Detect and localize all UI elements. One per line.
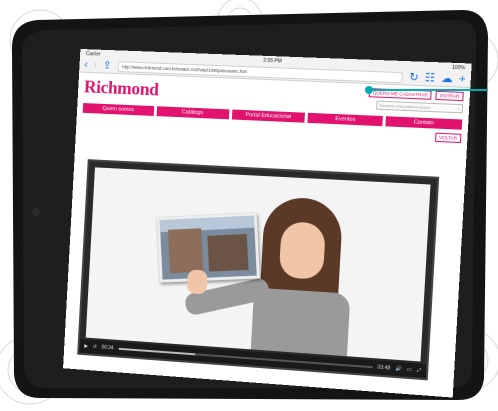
held-photo bbox=[156, 212, 260, 283]
search-placeholder: Escolha uma palavra-chave bbox=[379, 102, 431, 110]
current-time: 00:34 bbox=[101, 344, 114, 352]
video-player[interactable]: ▶ ↺ 00:34 03:48 🔊 ▭ ⤢ bbox=[77, 159, 440, 381]
replay-icon[interactable]: ↺ bbox=[93, 344, 97, 350]
back-button[interactable]: VOLTAR bbox=[434, 132, 462, 144]
share-icon[interactable]: ⇪ bbox=[102, 59, 111, 71]
login-button[interactable]: ENTRAR bbox=[435, 90, 464, 102]
total-time: 03:48 bbox=[377, 364, 391, 372]
plus-icon[interactable]: + bbox=[459, 73, 466, 86]
nav-item-contato[interactable]: Contato bbox=[385, 116, 463, 130]
book-icon[interactable]: ☷ bbox=[425, 71, 436, 84]
captions-icon[interactable]: ▭ bbox=[407, 367, 412, 373]
nav-item-portal[interactable]: Portal Educacional bbox=[231, 109, 306, 123]
nav-item-quem-somos[interactable]: Quem somos bbox=[82, 103, 155, 116]
carrier-label: Carrier bbox=[85, 50, 101, 58]
play-icon[interactable]: ▶ bbox=[84, 343, 88, 349]
fullscreen-icon[interactable]: ⤢ bbox=[417, 367, 421, 373]
callout-line bbox=[368, 89, 488, 91]
chevron-right-icon[interactable]: › bbox=[93, 59, 97, 71]
nav-item-catalogo[interactable]: Catálogo bbox=[156, 106, 230, 120]
tablet-screen: Carrier 2:05 PM 100% ‹ › ⇪ http://www.ri… bbox=[63, 48, 472, 398]
chevron-left-icon[interactable]: ‹ bbox=[84, 58, 88, 70]
search-icon[interactable]: ⌕ bbox=[457, 106, 460, 111]
camera-dot bbox=[32, 208, 40, 216]
clock: 2:05 PM bbox=[263, 57, 283, 64]
video-progress-fill bbox=[118, 347, 196, 356]
search-input[interactable]: Escolha uma palavra-chave ⌕ bbox=[376, 100, 464, 114]
nav-item-eventos[interactable]: Eventos bbox=[307, 112, 384, 127]
logo[interactable]: Richmond bbox=[84, 77, 160, 101]
video-person-face bbox=[278, 221, 326, 280]
video-person-hand bbox=[186, 269, 208, 295]
volume-icon[interactable]: 🔊 bbox=[395, 366, 402, 373]
battery-label: 100% bbox=[451, 64, 466, 71]
cloud-icon[interactable]: ☁ bbox=[441, 72, 453, 85]
video-frame bbox=[85, 167, 431, 362]
reload-icon[interactable]: ↻ bbox=[409, 71, 419, 84]
